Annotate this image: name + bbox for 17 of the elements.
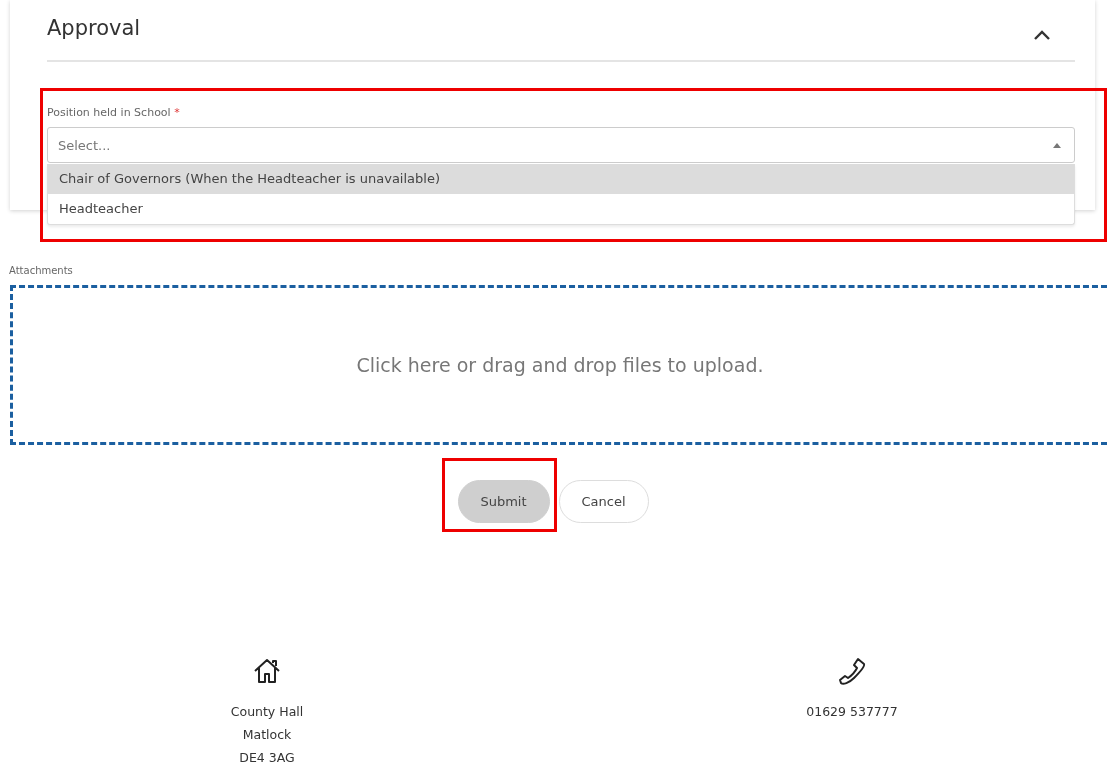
submit-button[interactable]: Submit <box>457 480 550 523</box>
position-select[interactable]: Select... <box>47 127 1075 163</box>
dropdown-arrow-icon <box>1053 143 1061 148</box>
phone-number: 01629 537777 <box>806 703 898 721</box>
field-label: Position held in School * <box>47 106 181 119</box>
address-line: County Hall <box>230 703 304 721</box>
house-icon <box>252 656 282 686</box>
address-line: Matlock <box>242 726 292 744</box>
dropdown-option[interactable]: Headteacher <box>48 194 1074 224</box>
phone-icon <box>837 656 867 686</box>
chevron-up-icon[interactable] <box>1033 29 1051 41</box>
cancel-button[interactable]: Cancel <box>558 480 649 523</box>
dropdown-option[interactable]: Chair of Governors (When the Headteacher is unavailable) <box>48 164 1074 194</box>
attachments-label: Attachments <box>9 265 74 276</box>
file-dropzone[interactable]: Click here or drag and drop files to upload. <box>10 285 1107 445</box>
section-title: Approval <box>47 16 141 42</box>
address-line: DE4 3AG <box>239 749 295 767</box>
